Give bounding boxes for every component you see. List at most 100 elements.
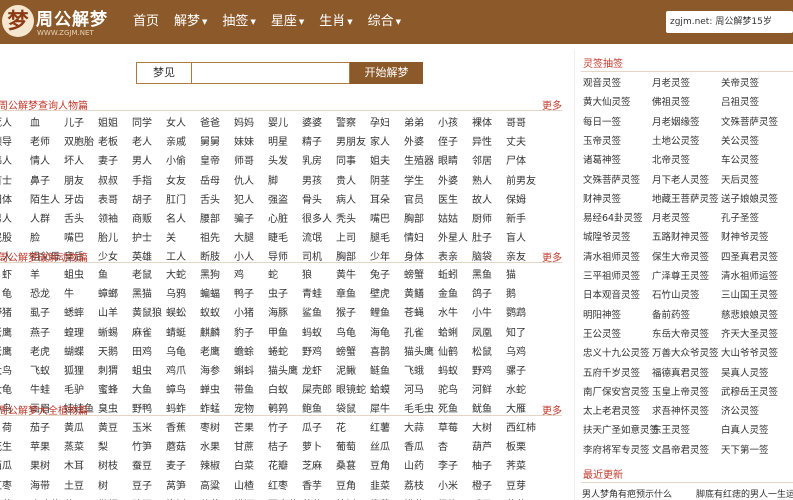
keyword-link[interactable]: 猫 [506,266,540,285]
keyword-link[interactable]: 山楂 [234,477,268,496]
oracle-link[interactable]: 月老灵签 [652,74,690,93]
oracle-link[interactable]: 三平祖师灵签 [583,267,640,286]
keyword-link[interactable]: 荠菜 [506,457,540,476]
keyword-link[interactable]: 蚯蚓 [438,266,472,285]
keyword-link[interactable]: 荷 [0,496,12,500]
keyword-link[interactable]: 蟾蜍 [234,343,268,362]
keyword-link[interactable]: 家人 [370,133,404,152]
keyword-link[interactable]: 蚂蚁 [438,362,472,381]
oracle-link[interactable]: 每日一签 [583,113,621,132]
site-logo[interactable]: 梦 周公解梦 WWW.ZGJM.NET [0,3,118,41]
keyword-link[interactable]: 鲤鱼 [370,304,404,323]
keyword-link[interactable]: 蟑螂 [98,285,132,304]
keyword-link[interactable]: 大蒜 [404,419,438,438]
keyword-link[interactable]: 乌鸡 [506,343,540,362]
keyword-link[interactable]: 泥鳅 [336,362,370,381]
keyword-link[interactable]: 眼镜蛇 [336,381,370,400]
keyword-link[interactable]: 流氓 [302,229,336,248]
keyword-link[interactable]: 骡子 [506,362,540,381]
keyword-link[interactable]: 麦子 [166,457,200,476]
keyword-link[interactable]: 朋友 [64,172,98,191]
keyword-link[interactable]: 甘蔗 [234,438,268,457]
oracle-link[interactable]: 明阳神签 [583,306,621,325]
keyword-link[interactable]: 螃蟹 [336,343,370,362]
keyword-link[interactable]: 婆婆 [302,114,336,133]
keyword-link[interactable]: 杨梅 [438,496,472,500]
oracle-link[interactable]: 月老灵签 [652,209,690,228]
keyword-link[interactable]: 橙子 [472,477,506,496]
keyword-link[interactable]: 李子 [438,457,472,476]
keyword-link[interactable]: 蝴蝶 [64,343,98,362]
oracle-link[interactable]: 齐天大圣灵签 [721,325,778,344]
keyword-link[interactable]: 蜥蜴 [98,324,132,343]
keyword-link[interactable]: 亲戚 [166,133,200,152]
keyword-link[interactable]: 金鱼 [438,285,472,304]
keyword-link[interactable]: 仇人 [234,172,268,191]
keyword-link[interactable]: 猫头鹰 [268,362,302,381]
keyword-link[interactable]: 红薯 [370,419,404,438]
keyword-link[interactable]: 大蛇 [166,266,200,285]
keyword-link[interactable]: 胎儿 [98,229,132,248]
oracle-link[interactable]: 月老姻缘签 [652,113,700,132]
oracle-link[interactable]: 大山爷爷灵签 [721,344,778,363]
keyword-link[interactable]: 老虎 [30,343,64,362]
keyword-link[interactable]: 小猪 [234,304,268,323]
keyword-link[interactable]: 男孩 [302,172,336,191]
keyword-link[interactable]: 豆角 [336,477,370,496]
keyword-link[interactable]: 海参 [200,362,234,381]
keyword-link[interactable]: 舌头 [64,210,98,229]
keyword-link[interactable]: 荷 [0,419,12,438]
keyword-link[interactable]: 黑狗 [200,266,234,285]
keyword-link[interactable]: 野鸡 [472,362,506,381]
keyword-link[interactable]: 龙虾 [302,362,336,381]
keyword-link[interactable]: 凤凰 [472,324,506,343]
keyword-link[interactable]: 荔枝 [404,477,438,496]
oracle-link[interactable]: 文殊菩萨灵签 [583,171,640,190]
keyword-link[interactable]: 精子 [302,133,336,152]
keyword-link[interactable]: 男人 [132,152,166,171]
nav-item-4[interactable]: 生肖 ▼ [319,0,352,44]
oracle-link[interactable]: 车公灵签 [721,151,759,170]
keyword-link[interactable]: 警察 [336,114,370,133]
keyword-link[interactable]: 兔子 [370,266,404,285]
keyword-link[interactable]: 骨头 [302,191,336,210]
oracle-link[interactable]: 求吾神怀灵签 [652,402,709,421]
keyword-link[interactable]: 阴茎 [370,172,404,191]
keyword-link[interactable]: 西红柿 [506,419,540,438]
keyword-link[interactable]: 红枣 [268,477,302,496]
keyword-link[interactable]: 病人 [336,191,370,210]
keyword-link[interactable]: 果树 [30,457,64,476]
keyword-link[interactable]: 山药 [404,457,438,476]
keyword-link[interactable]: 竹子 [268,419,302,438]
oracle-link[interactable]: 送子娘娘灵签 [721,190,778,209]
oracle-link[interactable]: 日本观音灵签 [583,286,640,305]
keyword-link[interactable]: 脚 [268,172,302,191]
keyword-link[interactable]: 孕妇 [370,114,404,133]
oracle-link[interactable]: 黄大仙灵签 [583,93,631,112]
keyword-link[interactable]: 女人 [166,114,200,133]
keyword-link[interactable]: 睫毛 [268,229,302,248]
oracle-link[interactable]: 孔子圣签 [721,209,759,228]
oracle-link[interactable]: 东岳大帝灵签 [652,325,709,344]
keyword-link[interactable]: 野鸡 [302,343,336,362]
keyword-link[interactable]: 岳母 [200,172,234,191]
keyword-link[interactable]: 大龟 [0,381,12,400]
keyword-link[interactable]: 前男友 [506,172,540,191]
keyword-link[interactable]: 黄鼠狼 [132,304,166,323]
keyword-link[interactable]: 蛤蟆 [370,381,404,400]
keyword-link[interactable]: 柳树 [166,496,200,500]
oracle-link[interactable]: 地藏王菩萨灵签 [652,190,719,209]
oracle-link[interactable]: 五府千岁灵签 [583,364,640,383]
oracle-link[interactable]: 保生大帝灵签 [652,248,709,267]
keyword-link[interactable]: 陌生人 [30,191,64,210]
keyword-link[interactable]: 小牛 [472,304,506,323]
keyword-link[interactable]: 邻居 [472,152,506,171]
oracle-link[interactable]: 关公灵签 [721,132,759,151]
keyword-link[interactable]: 腿毛 [370,229,404,248]
keyword-link[interactable]: 杏 [438,438,472,457]
keyword-link[interactable]: 坏人 [64,152,98,171]
keyword-link[interactable]: 梨 [98,438,132,457]
oracle-link[interactable]: 天下第一签 [721,441,769,460]
keyword-link[interactable]: 妻子 [98,152,132,171]
keyword-link[interactable]: 鸭子 [234,285,268,304]
